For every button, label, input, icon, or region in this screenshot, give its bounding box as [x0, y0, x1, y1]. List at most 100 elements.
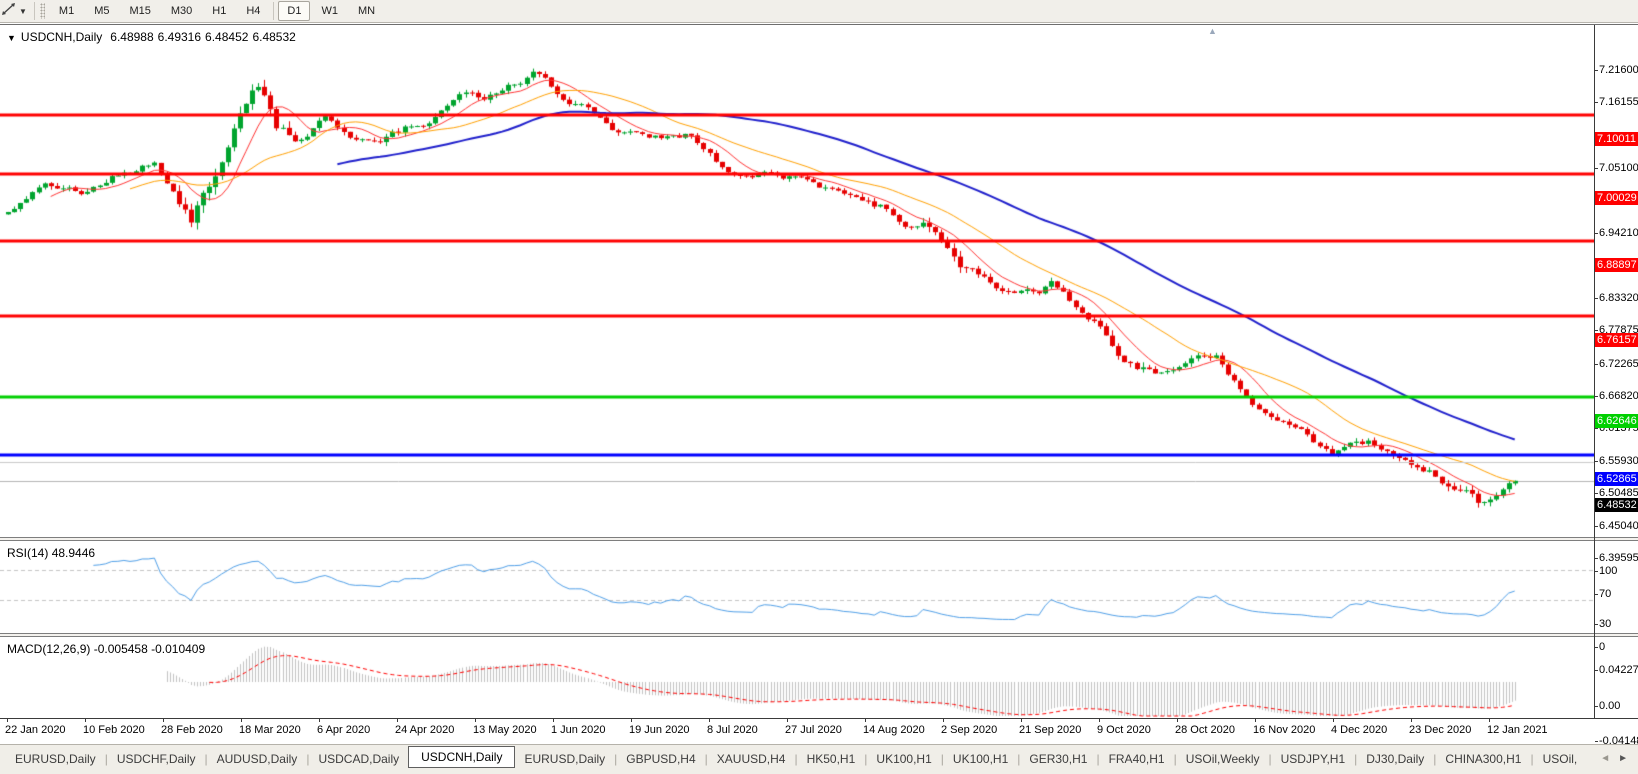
chart-tab[interactable]: USOil, [1534, 749, 1587, 769]
date-axis-label: 6 Apr 2020 [317, 724, 370, 736]
date-axis-tick [553, 719, 554, 722]
tab-scrollers: ◄ ► [1600, 753, 1632, 764]
chart-tab[interactable]: CHINA300,H1 [1436, 749, 1530, 769]
level-price-tag: 7.10011 [1595, 132, 1638, 146]
date-axis-label: 19 Jun 2020 [629, 724, 690, 736]
timeframe-button-m15[interactable]: M15 [120, 1, 159, 21]
chart-title-caret-icon[interactable]: ▼ [7, 33, 16, 43]
timeframe-button-m1[interactable]: M1 [50, 1, 83, 21]
chart-tab[interactable]: USDCAD,Daily [309, 749, 408, 769]
macd-main-value: -0.005458 [94, 642, 148, 656]
rsi-axis-label: 70 [1599, 588, 1611, 600]
chart-tab[interactable]: USDJPY,H1 [1272, 749, 1354, 769]
chart-tab[interactable]: FRA40,H1 [1100, 749, 1174, 769]
timeframe-button-w1[interactable]: W1 [312, 1, 347, 21]
date-axis-tick [85, 719, 86, 722]
date-axis-label: 2 Sep 2020 [941, 724, 997, 736]
toolbar-drag-handle-icon[interactable] [40, 3, 45, 19]
chart-tab[interactable]: GER30,H1 [1020, 749, 1096, 769]
level-price-tag: 6.76157 [1595, 333, 1638, 347]
macd-indicator-chart[interactable] [0, 637, 1594, 718]
chart-tab-bar: EURUSD,Daily|USDCHF,Daily|AUDUSD,Daily|U… [0, 744, 1638, 774]
date-axis-tick [1255, 719, 1256, 722]
date-axis-tick [1177, 719, 1178, 722]
high-value: 6.49316 [158, 30, 201, 44]
date-axis-label: 16 Nov 2020 [1253, 724, 1315, 736]
price-axis-label: 6.72265 [1599, 358, 1638, 370]
date-axis-tick [631, 719, 632, 722]
date-axis-label: 8 Jul 2020 [707, 724, 758, 736]
chart-tab[interactable]: HK50,H1 [798, 749, 865, 769]
chart-window: ▼USDCNH,Daily6.489886.493166.484526.4853… [0, 24, 1638, 742]
date-axis-tick [7, 719, 8, 722]
chart-symbol: USDCNH,Daily [21, 30, 102, 44]
ohlc-readout: 6.489886.493166.484526.48532 [110, 30, 300, 44]
price-scale-divider [1594, 25, 1595, 718]
chart-tab[interactable]: EURUSD,Daily [515, 749, 614, 769]
date-axis-tick [1333, 719, 1334, 722]
date-axis-label: 23 Dec 2020 [1409, 724, 1471, 736]
date-axis: 22 Jan 202010 Feb 202028 Feb 202018 Mar … [0, 718, 1638, 743]
open-value: 6.48988 [110, 30, 153, 44]
rsi-axis-label: 0 [1599, 641, 1605, 653]
timeframe-button-h4[interactable]: H4 [237, 1, 269, 21]
chart-tab[interactable]: UK100,H1 [944, 749, 1017, 769]
price-axis-label: 6.39595 [1599, 552, 1638, 564]
price-axis-label: 7.05100 [1599, 162, 1638, 174]
main-price-chart[interactable] [0, 25, 1594, 537]
macd-label: MACD(12,26,9) -0.005458 -0.010409 [7, 642, 205, 656]
toolbar-separator [34, 2, 35, 20]
timeframe-button-m30[interactable]: M30 [162, 1, 201, 21]
date-axis-tick [475, 719, 476, 722]
level-price-tag: 7.00029 [1595, 191, 1638, 205]
chart-tab[interactable]: AUDUSD,Daily [208, 749, 307, 769]
timeframe-button-h1[interactable]: H1 [203, 1, 235, 21]
price-axis-label: 6.83320 [1599, 292, 1638, 304]
date-axis-label: 12 Jan 2021 [1487, 724, 1548, 736]
date-axis-label: 28 Oct 2020 [1175, 724, 1235, 736]
date-axis-label: 4 Dec 2020 [1331, 724, 1387, 736]
current-price-tag: 6.48532 [1595, 498, 1638, 512]
date-axis-label: 18 Mar 2020 [239, 724, 301, 736]
price-axis-label: 6.94210 [1599, 227, 1638, 239]
date-axis-tick [943, 719, 944, 722]
tab-scroll-right-icon[interactable]: ► [1618, 753, 1628, 764]
chart-tab[interactable]: USOil,Weekly [1177, 749, 1269, 769]
timeframe-button-mn[interactable]: MN [349, 1, 384, 21]
date-axis-tick [787, 719, 788, 722]
trendline-tool-icon [1, 2, 16, 21]
chart-tab[interactable]: XAUUSD,H4 [708, 749, 795, 769]
chart-tab[interactable]: USDCNH,Daily [408, 746, 515, 768]
price-axis-label: 7.16155 [1599, 96, 1638, 108]
chart-tab[interactable]: DJ30,Daily [1357, 749, 1433, 769]
level-price-tag: 6.62646 [1595, 414, 1638, 428]
scroll-position-marker-icon: ▲ [1208, 26, 1217, 36]
date-axis-tick [319, 719, 320, 722]
rsi-indicator-chart[interactable] [0, 541, 1594, 633]
rsi-value: 48.9446 [52, 546, 95, 560]
rsi-axis-label: 100 [1599, 565, 1617, 577]
date-axis-label: 1 Jun 2020 [551, 724, 605, 736]
toolbar-separator [273, 2, 274, 20]
date-axis-tick [1021, 719, 1022, 722]
date-axis-tick [163, 719, 164, 722]
timeframe-button-m5[interactable]: M5 [85, 1, 118, 21]
date-axis-tick [241, 719, 242, 722]
date-axis-tick [709, 719, 710, 722]
timeframe-button-d1[interactable]: D1 [278, 1, 310, 21]
close-value: 6.48532 [252, 30, 295, 44]
trendline-tool-button[interactable]: ▼ [0, 2, 31, 21]
level-price-tag: 6.88897 [1595, 258, 1638, 272]
date-axis-label: 24 Apr 2020 [395, 724, 454, 736]
date-axis-label: 13 May 2020 [473, 724, 537, 736]
timeframe-toolbar: ▼ M1M5M15M30H1H4 D1W1MN [0, 0, 1638, 23]
price-axis-label: 6.55930 [1599, 455, 1638, 467]
chart-tab[interactable]: EURUSD,Daily [6, 749, 105, 769]
date-axis-label: 22 Jan 2020 [5, 724, 66, 736]
date-axis-label: 27 Jul 2020 [785, 724, 842, 736]
macd-axis-label: -0.04148 [1599, 735, 1638, 747]
chart-tab[interactable]: USDCHF,Daily [108, 749, 205, 769]
chart-tab[interactable]: UK100,H1 [867, 749, 940, 769]
chart-tab[interactable]: GBPUSD,H4 [617, 749, 704, 769]
tab-scroll-left-icon[interactable]: ◄ [1600, 753, 1610, 764]
